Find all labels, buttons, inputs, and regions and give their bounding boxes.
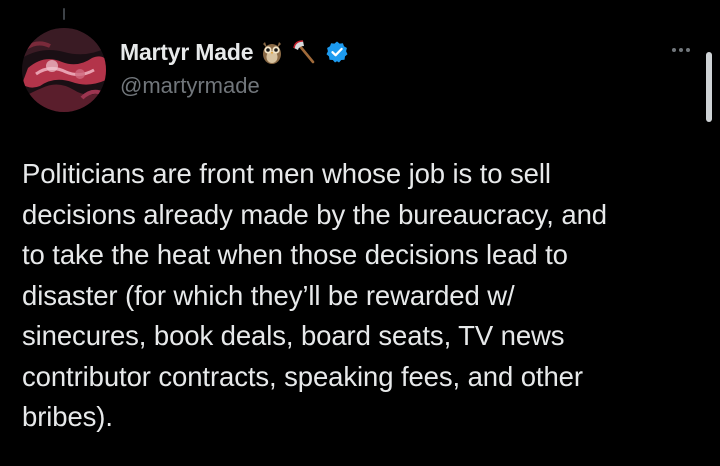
more-options-button[interactable] <box>664 38 698 62</box>
tweet-text-line: contributor contracts, speaking fees, an… <box>22 360 583 392</box>
axe-icon <box>291 39 317 65</box>
author-display-name[interactable]: Martyr Made <box>120 39 253 66</box>
author-handle[interactable]: @martyrmade <box>120 73 260 99</box>
tweet-text-line: bribes). <box>22 401 113 432</box>
tweet-text-line: sinecures, book deals, board seats, TV n… <box>22 320 565 351</box>
tweet-text: Politicians are front men whose job is t… <box>22 154 702 438</box>
author-name-row: Martyr Made <box>120 36 349 68</box>
tweet-text-line: decisions already made by the bureaucrac… <box>22 198 607 230</box>
avatar[interactable] <box>22 28 106 112</box>
tweet-text-line: to take the heat when those decisions le… <box>22 239 568 270</box>
more-options-icon <box>672 48 676 52</box>
tweet-text-line: Politicians are front men whose job is t… <box>22 158 551 189</box>
owl-icon <box>259 39 285 65</box>
more-options-dot <box>686 48 690 52</box>
verified-badge-icon <box>325 40 349 64</box>
tweet-text-line: disaster (for which they’ll be rewarded … <box>22 279 515 311</box>
thread-connector-line <box>63 8 65 20</box>
scrollbar-thumb[interactable] <box>706 52 712 122</box>
more-options-dot <box>679 48 683 52</box>
